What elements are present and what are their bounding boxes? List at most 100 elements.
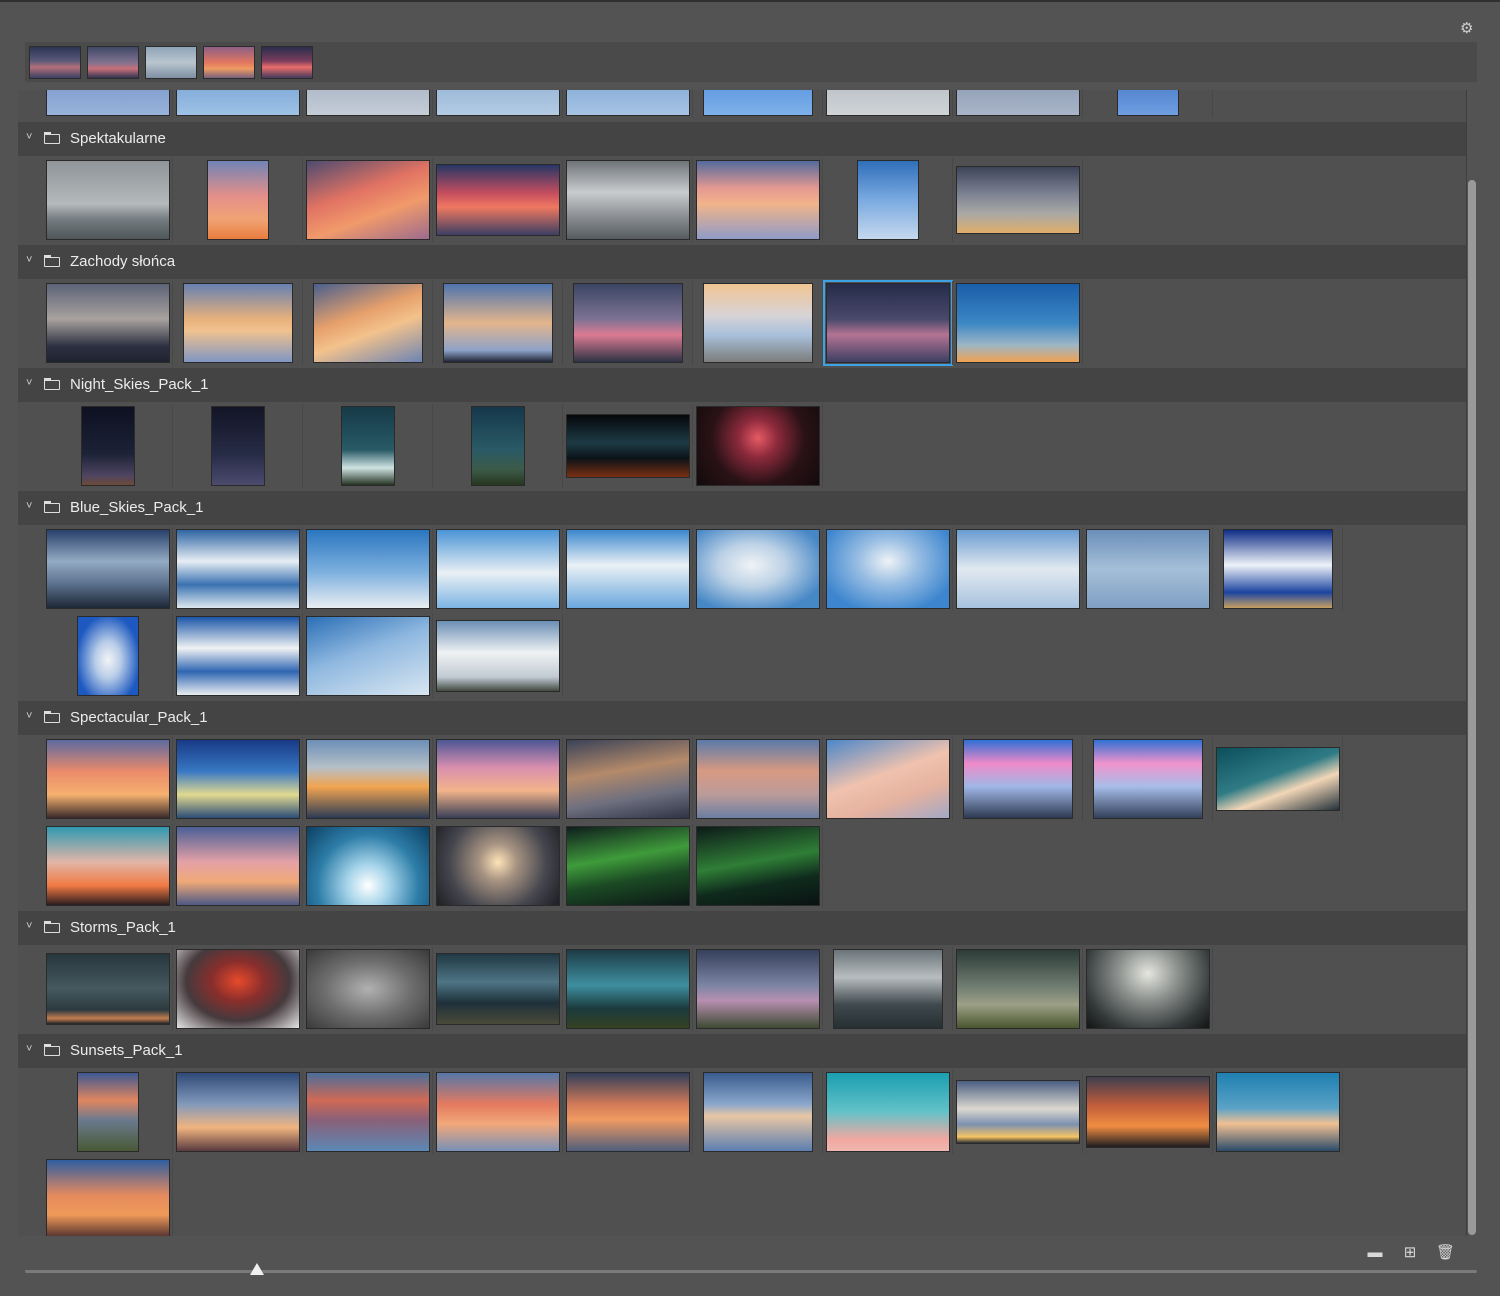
sky-preset-thumbnail[interactable] [566,414,690,478]
sky-preset-thumbnail[interactable] [696,406,820,486]
sky-preset-thumbnail[interactable] [436,739,560,819]
sky-preset-thumbnail[interactable] [207,160,269,240]
sky-preset-thumbnail[interactable] [306,616,430,696]
group-header[interactable]: ˅ Sunsets_Pack_1 [18,1034,1466,1068]
sky-preset-thumbnail[interactable] [566,160,690,240]
sky-preset-thumbnail[interactable] [566,529,690,609]
sky-preset-thumbnail[interactable] [306,949,430,1029]
sky-preset-thumbnail[interactable] [436,1072,560,1152]
sky-preset-thumbnail[interactable] [176,529,300,609]
sky-preset-thumbnail[interactable] [956,166,1080,234]
chevron-down-icon[interactable]: ˅ [26,130,40,144]
sky-preset-thumbnail[interactable] [1117,90,1179,116]
sky-preset-thumbnail[interactable] [1086,529,1210,609]
sky-preset-thumbnail[interactable] [436,164,560,236]
group-header[interactable]: ˅ Zachody słońca [18,245,1466,279]
sky-preset-thumbnail[interactable] [176,826,300,906]
chevron-down-icon[interactable]: ˅ [26,1042,40,1056]
sky-preset-thumbnail[interactable] [1216,1072,1340,1152]
sky-preset-thumbnail[interactable] [696,529,820,609]
recent-preset-thumbnail[interactable] [145,46,197,79]
chevron-down-icon[interactable]: ˅ [26,253,40,267]
sky-preset-thumbnail[interactable] [826,529,950,609]
sky-preset-thumbnail[interactable] [46,739,170,819]
sky-preset-thumbnail[interactable] [956,949,1080,1029]
sky-preset-thumbnail[interactable] [81,406,135,486]
sky-preset-thumbnail[interactable] [696,160,820,240]
sky-preset-thumbnail[interactable] [436,620,560,692]
sky-preset-thumbnail[interactable] [566,1072,690,1152]
sky-preset-thumbnail[interactable] [436,529,560,609]
selected-sky-preset-thumbnail[interactable] [823,280,953,366]
sky-preset-thumbnail[interactable] [1086,949,1210,1029]
sky-preset-thumbnail[interactable] [436,953,560,1025]
group-header[interactable]: ˅ Spektakularne [18,122,1466,156]
sky-preset-thumbnail[interactable] [46,953,170,1025]
sky-preset-thumbnail[interactable] [211,406,265,486]
group-header[interactable]: ˅ Spectacular_Pack_1 [18,701,1466,735]
sky-preset-thumbnail[interactable] [46,160,170,240]
sky-preset-thumbnail[interactable] [826,739,950,819]
recent-preset-thumbnail[interactable] [203,46,255,79]
sky-preset-thumbnail[interactable] [341,406,395,486]
sky-preset-thumbnail[interactable] [306,90,430,116]
sky-preset-thumbnail[interactable] [306,826,430,906]
group-header[interactable]: ˅ Storms_Pack_1 [18,911,1466,945]
sky-preset-thumbnail[interactable] [46,283,170,363]
folder-icon[interactable]: ▬ [1366,1245,1384,1261]
add-icon[interactable]: ⊞ [1401,1245,1419,1261]
recent-preset-thumbnail[interactable] [87,46,139,79]
sky-preset-thumbnail[interactable] [696,826,820,906]
sky-preset-thumbnail[interactable] [1093,739,1203,819]
sky-preset-thumbnail[interactable] [1216,747,1340,811]
sky-preset-thumbnail[interactable] [46,1159,170,1236]
sky-preset-thumbnail[interactable] [176,949,300,1029]
sky-preset-thumbnail[interactable] [826,90,950,116]
sky-preset-thumbnail[interactable] [833,949,943,1029]
recent-preset-thumbnail[interactable] [261,46,313,79]
sky-preset-thumbnail[interactable] [1223,529,1333,609]
sky-preset-thumbnail[interactable] [306,160,430,240]
sky-preset-thumbnail[interactable] [963,739,1073,819]
sky-preset-thumbnail[interactable] [176,90,300,116]
gear-icon[interactable]: ⚙ [1460,20,1482,38]
sky-preset-thumbnail[interactable] [956,283,1080,363]
sky-preset-thumbnail[interactable] [46,826,170,906]
chevron-down-icon[interactable]: ˅ [26,919,40,933]
sky-preset-thumbnail[interactable] [703,90,813,116]
sky-preset-thumbnail[interactable] [313,283,423,363]
sky-preset-thumbnail[interactable] [566,949,690,1029]
sky-preset-thumbnail[interactable] [696,949,820,1029]
slider-thumb[interactable] [250,1263,265,1275]
sky-preset-thumbnail[interactable] [566,739,690,819]
sky-preset-thumbnail[interactable] [566,90,690,116]
chevron-down-icon[interactable]: ˅ [26,709,40,723]
sky-preset-thumbnail[interactable] [306,1072,430,1152]
sky-preset-thumbnail[interactable] [46,529,170,609]
sky-preset-thumbnail[interactable] [176,616,300,696]
sky-preset-thumbnail[interactable] [443,283,553,363]
sky-preset-thumbnail[interactable] [826,1072,950,1152]
recent-preset-thumbnail[interactable] [29,46,81,79]
sky-preset-thumbnail[interactable] [176,1072,300,1152]
sky-preset-thumbnail[interactable] [703,1072,813,1152]
sky-preset-thumbnail[interactable] [436,826,560,906]
sky-preset-thumbnail[interactable] [183,283,293,363]
group-header[interactable]: ˅ Blue_Skies_Pack_1 [18,491,1466,525]
trash-icon[interactable]: 🗑 [1436,1245,1455,1261]
sky-preset-thumbnail[interactable] [566,826,690,906]
sky-preset-thumbnail[interactable] [956,529,1080,609]
chevron-down-icon[interactable]: ˅ [26,376,40,390]
sky-preset-thumbnail[interactable] [77,616,139,696]
sky-preset-thumbnail[interactable] [857,160,919,240]
sky-preset-thumbnail[interactable] [77,1072,139,1152]
sky-preset-thumbnail[interactable] [703,283,813,363]
sky-preset-thumbnail[interactable] [956,90,1080,116]
thumbnail-size-slider[interactable] [25,1270,1477,1273]
chevron-down-icon[interactable]: ˅ [26,499,40,513]
vertical-scrollbar[interactable] [1468,180,1476,1235]
sky-preset-thumbnail[interactable] [176,739,300,819]
sky-preset-thumbnail[interactable] [1086,1076,1210,1148]
sky-preset-thumbnail[interactable] [696,739,820,819]
sky-preset-thumbnail[interactable] [306,529,430,609]
